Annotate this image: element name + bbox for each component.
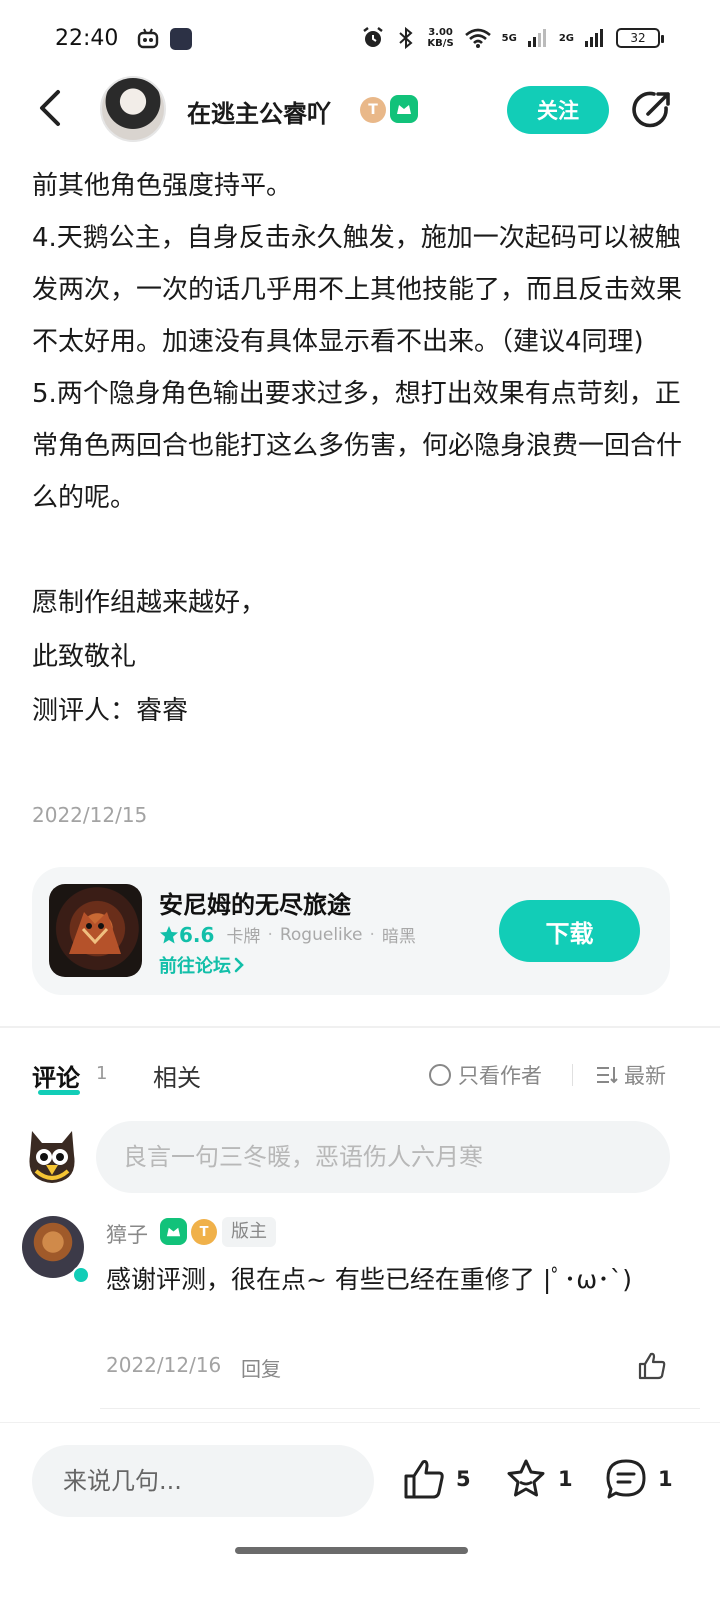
alarm-icon bbox=[363, 27, 384, 47]
role-tag: 版主 bbox=[222, 1217, 276, 1247]
author-only-filter[interactable]: 只看作者 bbox=[429, 1060, 542, 1090]
status-bar: 22:40 3.00 KB/S 5G 2G 32 bbox=[0, 0, 720, 82]
follow-button[interactable]: 关注 bbox=[507, 86, 609, 134]
author-name[interactable]: 在逃主公睿吖 bbox=[187, 94, 331, 129]
bottom-action-bar: 来说几句... 5 1 1 bbox=[0, 1422, 720, 1542]
comment-divider bbox=[100, 1408, 700, 1409]
chat-bubble-icon bbox=[606, 1459, 646, 1499]
app-notification-icon-2 bbox=[170, 28, 192, 50]
article-paragraph: 4.天鹅公主，自身反击永久触发，施加一次起码可以被触发两次，一次的话几乎用不上其… bbox=[32, 223, 683, 357]
tab-comments[interactable]: 评论 bbox=[32, 1058, 80, 1093]
game-tag: 暗黑 bbox=[381, 927, 416, 947]
section-divider bbox=[0, 1026, 720, 1028]
comment-action[interactable]: 1 bbox=[604, 1457, 673, 1501]
commenter-level-label: T bbox=[199, 1224, 209, 1240]
level-badge-icon: T bbox=[191, 1219, 217, 1245]
network-type-2: 2G bbox=[558, 32, 574, 44]
tab-related[interactable]: 相关 bbox=[153, 1058, 201, 1093]
article-closing: 此致敬礼 bbox=[32, 642, 137, 672]
radio-circle-icon bbox=[429, 1064, 451, 1086]
comment-total: 1 bbox=[658, 1467, 673, 1491]
game-tag: 卡牌 bbox=[226, 927, 261, 947]
sort-label: 最新 bbox=[624, 1064, 666, 1088]
like-icon[interactable] bbox=[636, 1350, 668, 1382]
moderator-badge-icon bbox=[160, 1218, 187, 1245]
rating-value: 6.6 bbox=[179, 922, 215, 947]
article-paragraph: 前其他角色强度持平。 bbox=[32, 171, 293, 201]
author-avatar[interactable] bbox=[100, 76, 166, 142]
game-tag: Roguelike bbox=[279, 924, 363, 945]
home-indicator[interactable] bbox=[235, 1547, 468, 1554]
commenter-name[interactable]: 獐子 bbox=[106, 1219, 148, 1249]
filter-separator bbox=[572, 1064, 573, 1086]
speed-value: 3.00 bbox=[428, 27, 453, 38]
favorite-action[interactable]: 1 bbox=[504, 1457, 573, 1501]
comment-tabs: 评论 1 相关 只看作者 最新 bbox=[0, 1050, 720, 1100]
favorite-count: 1 bbox=[558, 1467, 573, 1491]
author-only-label: 只看作者 bbox=[458, 1064, 542, 1088]
battery-level: 32 bbox=[630, 31, 646, 45]
status-icons: 3.00 KB/S 5G 2G 32 bbox=[361, 26, 664, 50]
game-card[interactable]: 安尼姆的无尽旅途 6.6 卡牌 · Roguelike · 暗黑 前往论坛 下载 bbox=[32, 867, 670, 995]
game-title[interactable]: 安尼姆的无尽旅途 bbox=[159, 885, 351, 920]
level-badge-label: T bbox=[368, 102, 378, 118]
game-meta: 6.6 卡牌 · Roguelike · 暗黑 bbox=[159, 922, 416, 947]
article-paragraph: 5.两个隐身角色输出要求过多，想打出效果有点苛刻，正常角色两回合也能打这么多伤害… bbox=[32, 379, 683, 513]
clock: 22:40 bbox=[55, 26, 119, 51]
verified-dot-icon bbox=[72, 1266, 90, 1284]
back-icon[interactable] bbox=[30, 86, 74, 130]
battery-icon: 32 bbox=[616, 28, 664, 48]
post-date: 2022/12/15 bbox=[32, 803, 148, 827]
chevron-right-icon bbox=[234, 957, 244, 973]
signal-icon-2 bbox=[585, 29, 603, 47]
thumbs-up-icon bbox=[404, 1460, 444, 1499]
bluetooth-icon bbox=[399, 26, 413, 50]
comment-count: 1 bbox=[96, 1063, 108, 1084]
article-body: 前其他角色强度持平。 4.天鹅公主，自身反击永久触发，施加一次起码可以被触发两次… bbox=[32, 160, 692, 738]
network-speed: 3.00 KB/S bbox=[427, 27, 453, 49]
sort-icon bbox=[597, 1067, 618, 1084]
verified-badge-icon bbox=[390, 95, 418, 123]
quick-comment-input[interactable]: 来说几句... bbox=[32, 1445, 374, 1517]
game-rating: 6.6 bbox=[159, 923, 214, 947]
wifi-icon bbox=[464, 28, 491, 48]
share-icon[interactable] bbox=[630, 88, 674, 132]
post-header: 在逃主公睿吖 T 关注 bbox=[0, 72, 720, 148]
game-icon[interactable] bbox=[49, 884, 142, 977]
like-count: 5 bbox=[456, 1467, 471, 1491]
star-outline-icon bbox=[507, 1459, 545, 1497]
active-tab-indicator bbox=[38, 1090, 80, 1095]
speed-unit: KB/S bbox=[427, 38, 454, 49]
like-action[interactable]: 5 bbox=[402, 1457, 471, 1501]
star-icon bbox=[160, 925, 178, 943]
forum-link[interactable]: 前往论坛 bbox=[159, 952, 247, 978]
comment-date: 2022/12/16 bbox=[106, 1353, 222, 1377]
my-avatar[interactable] bbox=[22, 1125, 82, 1187]
download-button[interactable]: 下载 bbox=[499, 900, 640, 962]
article-closing: 愿制作组越来越好， bbox=[32, 588, 267, 618]
comment-input[interactable] bbox=[96, 1121, 670, 1193]
sort-toggle[interactable]: 最新 bbox=[595, 1060, 666, 1090]
comment-text: 感谢评测，很在点~ 有些已经在重修了 |ﾟ･ω･`) bbox=[106, 1265, 632, 1294]
app-notification-icon bbox=[137, 28, 159, 49]
signal-icon bbox=[527, 29, 546, 47]
level-badge-icon: T bbox=[360, 97, 386, 123]
network-type-1: 5G bbox=[501, 32, 517, 44]
article-signature: 测评人：睿睿 bbox=[32, 696, 189, 726]
forum-link-label: 前往论坛 bbox=[159, 956, 231, 977]
reply-button[interactable]: 回复 bbox=[241, 1353, 281, 1382]
